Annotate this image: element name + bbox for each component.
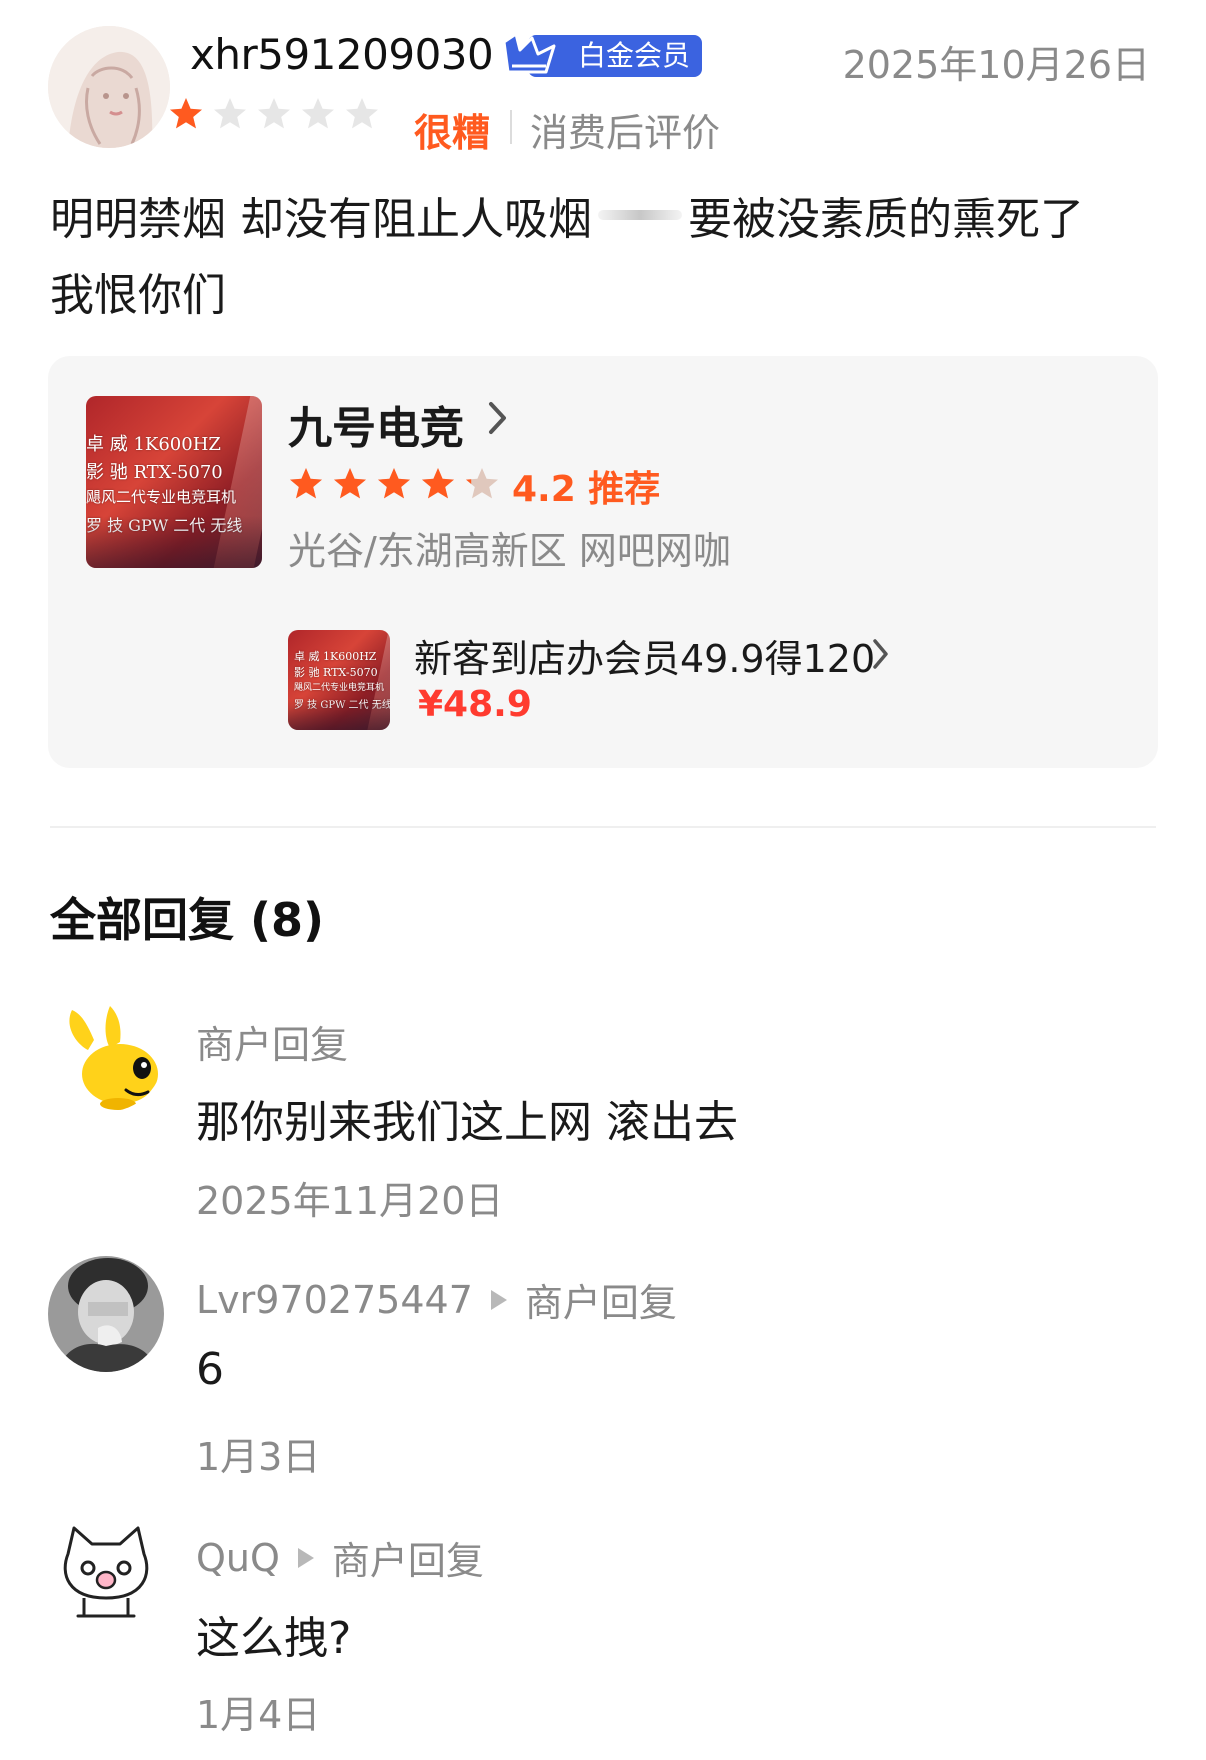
image-text-line: 影 驰 RTX-5070 bbox=[86, 462, 223, 483]
review-text-part1: 明明禁烟 却没有阻止人吸烟 bbox=[50, 194, 592, 245]
reply-date: 1月4日 bbox=[196, 1693, 321, 1737]
member-badge: 白金会员 bbox=[498, 32, 703, 80]
reply-text: 这么拽? bbox=[196, 1613, 352, 1664]
deal-price: ¥48.9 bbox=[418, 684, 532, 725]
star-empty-icon bbox=[214, 98, 246, 129]
review-text-line2: 我恨你们 bbox=[50, 270, 226, 321]
image-text-line: 飓风二代专业电竞耳机 bbox=[86, 488, 237, 506]
blurred-content bbox=[598, 210, 682, 220]
reply-avatar[interactable] bbox=[48, 1256, 164, 1372]
star-empty-icon bbox=[346, 98, 378, 129]
chevron-right-icon[interactable] bbox=[486, 398, 510, 438]
shop-image[interactable]: 卓 威 1K600HZ 影 驰 RTX-5070 飓风二代专业电竞耳机 罗 技 … bbox=[86, 396, 262, 568]
reply-target[interactable]: 商户回复 bbox=[525, 1272, 677, 1327]
star-filled-icon bbox=[290, 468, 322, 499]
image-shade bbox=[288, 700, 390, 730]
rating-word: 很糟 bbox=[414, 111, 491, 155]
image-shade bbox=[86, 516, 262, 568]
shop-name[interactable]: 九号电竞 bbox=[288, 392, 464, 456]
rating-tag: 消费后评价 bbox=[530, 111, 721, 155]
star-empty-icon bbox=[258, 98, 290, 129]
platinum-member-icon bbox=[502, 32, 556, 74]
reply-target[interactable]: 商户回复 bbox=[332, 1530, 484, 1585]
image-text-line: 飓风二代专业电竞耳机 bbox=[294, 683, 385, 693]
star-filled-icon bbox=[334, 468, 366, 499]
rating-divider bbox=[510, 110, 512, 144]
reviewer-username[interactable]: xhr591209030 bbox=[190, 30, 494, 79]
shop-score: 4.2 推荐 bbox=[512, 469, 661, 510]
star-filled-icon bbox=[378, 468, 410, 499]
grayscale-person-photo-icon bbox=[48, 1256, 164, 1372]
reply-arrow-icon bbox=[490, 1289, 507, 1310]
review-text: 明明禁烟 却没有阻止人吸烟 要被没素质的熏死了 我恨你们 bbox=[50, 182, 1160, 334]
review-text-part2: 要被没素质的熏死了 bbox=[688, 194, 1084, 245]
reply-author[interactable]: QuQ bbox=[196, 1536, 280, 1580]
reply-text: 6 bbox=[196, 1344, 224, 1395]
deal-image[interactable]: 卓 威 1K600HZ 影 驰 RTX-5070 飓风二代专业电竞耳机 罗 技 … bbox=[288, 630, 390, 730]
reply-header: QuQ 商户回复 bbox=[196, 1530, 484, 1585]
shop-location-category: 光谷/东湖高新区 网吧网咖 bbox=[288, 529, 731, 573]
reply-date: 1月3日 bbox=[196, 1435, 321, 1479]
yellow-rabbit-mascot-icon bbox=[48, 996, 164, 1112]
reviewer-avatar[interactable] bbox=[48, 26, 170, 148]
reply-avatar[interactable] bbox=[48, 1514, 164, 1630]
star-empty-icon bbox=[302, 98, 334, 129]
star-half-icon bbox=[466, 468, 498, 499]
chevron-right-icon[interactable] bbox=[870, 636, 892, 672]
image-text-line: 影 驰 RTX-5070 bbox=[294, 666, 378, 679]
deal-title[interactable]: 新客到店办会员49.9得120 bbox=[414, 628, 875, 683]
anime-girl-avatar-icon bbox=[48, 26, 170, 148]
reply-author[interactable]: 商户回复 bbox=[196, 1014, 348, 1069]
star-filled-icon bbox=[170, 98, 202, 129]
replies-title: 全部回复 (8) bbox=[50, 893, 325, 947]
star-filled-icon bbox=[422, 468, 454, 499]
review-date: 2025年10月26日 bbox=[842, 43, 1150, 87]
white-cat-sticker-icon bbox=[48, 1514, 164, 1630]
image-text-line: 卓 威 1K600HZ bbox=[86, 434, 221, 455]
shop-star-rating bbox=[288, 466, 500, 502]
reply-header: Lvr970275447 商户回复 bbox=[196, 1272, 677, 1327]
reply-date: 2025年11月20日 bbox=[196, 1179, 504, 1223]
section-divider bbox=[50, 826, 1156, 828]
reply-author[interactable]: Lvr970275447 bbox=[196, 1278, 473, 1322]
reply-text: 那你别来我们这上网 滚出去 bbox=[196, 1097, 738, 1148]
image-text-line: 卓 威 1K600HZ bbox=[294, 650, 377, 663]
reply-arrow-icon bbox=[297, 1547, 314, 1568]
reply-avatar[interactable] bbox=[48, 996, 164, 1112]
review-star-rating bbox=[168, 96, 380, 132]
